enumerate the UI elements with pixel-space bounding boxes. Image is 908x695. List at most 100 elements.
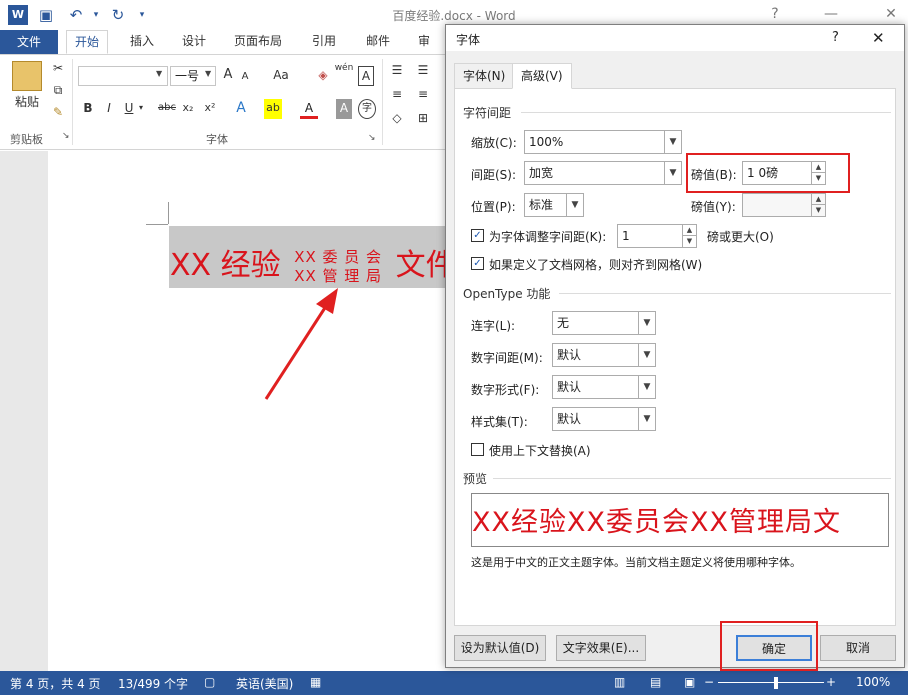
- spacing-select[interactable]: 加宽 ▼: [524, 161, 682, 185]
- chevron-down-icon[interactable]: ▼: [638, 312, 655, 334]
- subscript-button[interactable]: x₂: [180, 99, 196, 119]
- phonetic-guide-icon[interactable]: wén: [334, 63, 354, 83]
- help-button[interactable]: ?: [764, 4, 786, 24]
- print-layout-icon[interactable]: ▤: [650, 675, 661, 689]
- kerning-spinner[interactable]: ▲ ▼: [682, 225, 696, 247]
- enclose-character-icon[interactable]: 字: [358, 99, 376, 119]
- position-select[interactable]: 标准 ▼: [524, 193, 584, 217]
- tab-insert[interactable]: 插入: [122, 30, 162, 54]
- paste-button[interactable]: 粘贴: [6, 93, 48, 113]
- chevron-down-icon[interactable]: ▼: [664, 131, 681, 153]
- align-left-icon[interactable]: ≡: [388, 85, 406, 105]
- bold-button[interactable]: B: [80, 99, 96, 119]
- chevron-down-icon[interactable]: ▼: [638, 344, 655, 366]
- document-text[interactable]: XX 经验 XX 委 员 会 XX 管 理 局 文件: [170, 240, 456, 286]
- tab-home[interactable]: 开始: [66, 30, 109, 54]
- paste-icon[interactable]: [12, 61, 42, 91]
- spin-down-icon[interactable]: ▼: [683, 236, 696, 247]
- character-shading-icon[interactable]: A: [336, 99, 352, 119]
- format-painter-icon[interactable]: ✎: [50, 103, 66, 123]
- dialog-close-button[interactable]: ✕: [872, 29, 885, 47]
- ligatures-select[interactable]: 无 ▼: [552, 311, 656, 335]
- page-count[interactable]: 第 4 页，共 4 页: [10, 675, 101, 692]
- language[interactable]: 英语(美国): [236, 675, 293, 692]
- tab-layout[interactable]: 页面布局: [226, 30, 290, 54]
- minimize-button[interactable]: —: [820, 4, 842, 24]
- proofing-icon[interactable]: ▢: [204, 675, 215, 689]
- change-case-button[interactable]: Aa: [270, 66, 292, 86]
- text-effects-button[interactable]: 文字效果(E)...: [556, 635, 646, 661]
- tab-advanced[interactable]: 高级(V): [512, 63, 572, 89]
- dialog-help-button[interactable]: ?: [832, 30, 839, 45]
- zoom-slider[interactable]: [718, 682, 824, 683]
- annotation-arrow-icon: [264, 288, 338, 400]
- chevron-down-icon[interactable]: ▼: [664, 162, 681, 184]
- grow-font-icon[interactable]: A: [220, 66, 236, 86]
- strikethrough-button[interactable]: abc: [156, 99, 178, 119]
- character-border-icon[interactable]: A: [358, 66, 374, 86]
- highlight-color-icon[interactable]: ab: [264, 99, 282, 119]
- number-forms-value: 默认: [557, 380, 582, 394]
- read-mode-icon[interactable]: ▥: [614, 675, 625, 689]
- set-default-button[interactable]: 设为默认值(D): [454, 635, 546, 661]
- zoom-out-icon[interactable]: −: [704, 675, 714, 689]
- clipboard-launcher-icon[interactable]: ↘: [62, 131, 70, 141]
- bullets-icon[interactable]: ☰: [388, 61, 406, 81]
- divider: [493, 478, 891, 479]
- copy-icon[interactable]: ⧉: [50, 81, 66, 101]
- ribbon-tab-bar: 文件 开始 插入 设计 页面布局 引用 邮件 审阅: [0, 30, 445, 70]
- ribbon: 粘贴 ✂ ⧉ ✎ 剪贴板 ↘ ▼ 一号 ▼ A A Aa ◈ wén A B I…: [0, 54, 445, 150]
- chevron-down-icon[interactable]: ▼: [638, 408, 655, 430]
- font-launcher-icon[interactable]: ↘: [368, 133, 376, 143]
- position-by-spinner[interactable]: ▲ ▼: [811, 194, 825, 216]
- font-name-dropdown-icon[interactable]: ▼: [156, 69, 162, 78]
- numbering-icon[interactable]: ☰: [414, 61, 432, 81]
- cancel-button[interactable]: 取消: [820, 635, 896, 661]
- word-count[interactable]: 13/499 个字: [118, 675, 188, 692]
- cut-icon[interactable]: ✂: [50, 59, 66, 79]
- macro-icon[interactable]: ▦: [310, 675, 321, 689]
- spin-down-icon[interactable]: ▼: [812, 205, 825, 216]
- tab-file[interactable]: 文件: [0, 30, 58, 54]
- divider: [521, 112, 891, 113]
- font-size-dropdown-icon[interactable]: ▼: [205, 69, 211, 78]
- ligatures-value: 无: [557, 316, 570, 330]
- zoom-in-icon[interactable]: +: [826, 675, 836, 689]
- underline-dropdown-icon[interactable]: ▾: [136, 99, 146, 119]
- spin-up-icon[interactable]: ▲: [683, 225, 696, 236]
- superscript-button[interactable]: x²: [202, 99, 218, 119]
- font-color-icon[interactable]: A: [300, 99, 318, 119]
- shrink-font-icon[interactable]: A: [238, 68, 252, 88]
- zoom-level[interactable]: 100%: [856, 675, 890, 689]
- kerning-checkbox[interactable]: ✓: [471, 229, 484, 242]
- text-effects-icon[interactable]: A: [232, 99, 250, 119]
- tab-design[interactable]: 设计: [174, 30, 214, 54]
- snap-grid-checkbox[interactable]: ✓: [471, 257, 484, 270]
- tab-review[interactable]: 审阅: [410, 30, 445, 70]
- stylistic-sets-select[interactable]: 默认 ▼: [552, 407, 656, 431]
- contextual-alternates-checkbox[interactable]: [471, 443, 484, 456]
- shading-icon[interactable]: ◇: [388, 109, 406, 129]
- scale-select[interactable]: 100% ▼: [524, 130, 682, 154]
- close-window-button[interactable]: ✕: [880, 4, 902, 24]
- tab-references[interactable]: 引用: [304, 30, 344, 54]
- font-name-input[interactable]: [78, 66, 168, 86]
- borders-icon[interactable]: ⊞: [414, 109, 432, 129]
- web-layout-icon[interactable]: ▣: [684, 675, 695, 689]
- align-center-icon[interactable]: ≡: [414, 85, 432, 105]
- tab-mailings[interactable]: 邮件: [358, 30, 398, 54]
- tab-font[interactable]: 字体(N): [454, 63, 515, 89]
- chevron-down-icon[interactable]: ▼: [638, 376, 655, 398]
- kerning-input[interactable]: 1 ▲ ▼: [617, 224, 697, 248]
- number-forms-select[interactable]: 默认 ▼: [552, 375, 656, 399]
- number-spacing-select[interactable]: 默认 ▼: [552, 343, 656, 367]
- chevron-down-icon[interactable]: ▼: [566, 194, 583, 216]
- position-by-input[interactable]: ▲ ▼: [742, 193, 826, 217]
- spin-up-icon[interactable]: ▲: [812, 194, 825, 205]
- italic-button[interactable]: I: [102, 99, 116, 119]
- zoom-slider-thumb[interactable]: [774, 677, 778, 689]
- divider: [559, 293, 891, 294]
- underline-button[interactable]: U: [122, 99, 136, 119]
- clear-format-icon[interactable]: ◈: [314, 66, 332, 86]
- spacing-value: 加宽: [529, 166, 554, 180]
